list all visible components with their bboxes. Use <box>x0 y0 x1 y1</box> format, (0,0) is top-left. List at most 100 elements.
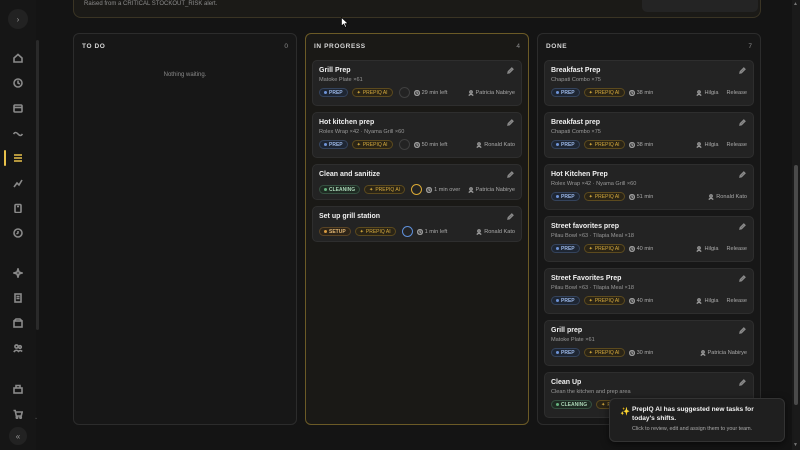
pencil-icon[interactable] <box>739 171 746 178</box>
category-tag: PREP <box>551 348 580 357</box>
todo-column: TO DO 0 Nothing waiting. <box>73 33 297 425</box>
task-card[interactable]: Hot kitchen prep Rolex Wrap ×42 · Nyama … <box>312 112 522 158</box>
scroll-down-icon[interactable]: ▼ <box>793 442 798 448</box>
time-remaining: 29 min left <box>413 89 447 96</box>
clock-icon <box>425 186 433 193</box>
home-icon[interactable] <box>12 52 23 63</box>
scroll-up-icon[interactable]: ▲ <box>793 1 798 7</box>
history-icon[interactable] <box>12 227 23 238</box>
person-icon <box>696 245 703 252</box>
task-card[interactable]: Breakfast Prep Chapati Combo ×75 PREP ✦ P… <box>544 60 754 106</box>
column-count: 0 <box>284 42 288 50</box>
clock-icon <box>628 297 635 304</box>
person-icon <box>467 186 474 193</box>
progress-ring <box>398 139 410 150</box>
release-button[interactable]: Release <box>726 298 747 304</box>
clock-icon[interactable] <box>12 77 23 88</box>
task-card[interactable]: Clean and sanitize CLEANING ✦ PREPIQ AI 1… <box>312 164 522 200</box>
inventory-icon[interactable] <box>12 317 23 328</box>
task-title: Breakfast prep <box>551 119 601 126</box>
clock-icon <box>628 245 635 252</box>
sparkle-icon: ✦ <box>588 297 593 304</box>
mouse-cursor-icon <box>341 17 349 28</box>
chart-icon[interactable] <box>12 177 23 188</box>
sparkles-icon[interactable] <box>12 267 23 278</box>
task-card[interactable]: Hot Kitchen Prep Rolex Wrap ×42 · Nyama … <box>544 164 754 210</box>
release-button[interactable]: Release <box>726 142 747 148</box>
assignee[interactable]: Hilgia <box>696 298 718 304</box>
pencil-icon[interactable] <box>739 327 746 334</box>
ocean-icon[interactable] <box>12 127 23 138</box>
task-card[interactable]: Street favorites prep Pilau Bowl ×63 · T… <box>544 216 754 262</box>
task-title: Grill Prep <box>319 67 351 74</box>
column-title: DONE <box>546 42 568 50</box>
assignee[interactable]: Patricia Nabirye <box>467 186 515 193</box>
ai-tag: ✦ PREPIQ AI <box>583 140 625 149</box>
category-tag: PREP <box>551 296 580 305</box>
task-card[interactable]: Grill prep Matoke Plate ×61 PREP ✦ PREPIQ… <box>544 320 754 366</box>
person-icon <box>467 89 474 96</box>
assignee[interactable]: Patricia Nabirye <box>699 350 747 356</box>
task-subtitle: Chapati Combo ×75 <box>551 77 601 83</box>
person-icon <box>696 297 703 304</box>
team-icon[interactable] <box>12 342 23 353</box>
progress-ring <box>401 226 413 237</box>
cart-icon[interactable] <box>12 408 23 419</box>
pencil-icon[interactable] <box>739 67 746 74</box>
duration: 30 min <box>628 349 653 356</box>
pencil-icon[interactable] <box>507 67 514 74</box>
task-card[interactable]: Set up grill station SETUP ✦ PREPIQ AI 1 … <box>312 206 522 242</box>
category-tag: PREP <box>551 244 580 253</box>
sparkle-icon: ✦ <box>356 89 361 96</box>
pencil-icon[interactable] <box>739 223 746 230</box>
ai-tag: ✦ PREPIQ AI <box>583 348 625 357</box>
pencil-icon[interactable] <box>507 119 514 126</box>
calendar-icon[interactable] <box>12 102 23 113</box>
expand-sidebar-button[interactable]: › <box>8 9 28 29</box>
tasks-icon[interactable] <box>12 152 23 163</box>
done-column: DONE 7 Breakfast Prep Chapati Combo ×75 … <box>537 33 761 425</box>
assignee[interactable]: Hilgia <box>696 246 718 252</box>
clock-icon <box>416 228 423 235</box>
active-indicator <box>4 150 6 166</box>
assignee[interactable]: Hilgia <box>696 90 718 96</box>
sidebar-scrollbar[interactable] <box>36 40 39 330</box>
assignee[interactable]: Ronald Kato <box>476 229 515 235</box>
assignee[interactable]: Patricia Nabirye <box>467 89 515 96</box>
pencil-icon[interactable] <box>739 379 746 386</box>
task-title: Hot Kitchen Prep <box>551 171 608 178</box>
person-icon <box>476 141 482 148</box>
register-icon[interactable] <box>12 383 23 394</box>
person-icon <box>708 193 714 200</box>
ai-suggestion-toast[interactable]: ✨ PrepIQ AI has suggested new tasks for … <box>609 398 785 442</box>
banner-action-button[interactable] <box>642 0 758 12</box>
column-count: 4 <box>516 42 520 50</box>
time-remaining: 50 min left <box>413 141 447 148</box>
person-icon <box>696 141 703 148</box>
receipt-icon[interactable] <box>12 292 23 303</box>
double-chevron-left-icon: « <box>15 431 21 441</box>
clipboard-icon[interactable] <box>12 202 23 213</box>
task-title: Hot kitchen prep <box>319 119 375 126</box>
task-card[interactable]: Grill Prep Matoke Plate ×61 PREP ✦ PREPIQ… <box>312 60 522 106</box>
toast-title: PrepIQ AI has suggested new tasks for to… <box>632 406 754 422</box>
in-progress-column: IN PROGRESS 4 Grill Prep Matoke Plate ×6… <box>305 33 529 425</box>
duration: 38 min <box>628 89 653 96</box>
assignee[interactable]: Ronald Kato <box>708 194 747 200</box>
category-tag: SETUP <box>319 227 351 236</box>
collapse-sidebar-button[interactable]: « <box>9 427 27 445</box>
pencil-icon[interactable] <box>739 275 746 282</box>
page-scrollbar-thumb[interactable] <box>794 165 798 405</box>
release-button[interactable]: Release <box>726 246 747 252</box>
pencil-icon[interactable] <box>507 213 514 220</box>
assignee[interactable]: Hilgia <box>696 142 718 148</box>
task-card[interactable]: Street Favorites Prep Pilau Bowl ×63 · T… <box>544 268 754 314</box>
assignee[interactable]: Ronald Kato <box>476 142 515 148</box>
task-title: Clean Up <box>551 379 582 386</box>
person-icon <box>476 228 482 235</box>
pencil-icon[interactable] <box>507 171 514 178</box>
pencil-icon[interactable] <box>739 119 746 126</box>
category-tag: PREP <box>551 88 580 97</box>
task-card[interactable]: Breakfast prep Chapati Combo ×75 PREP ✦ P… <box>544 112 754 158</box>
release-button[interactable]: Release <box>726 90 747 96</box>
